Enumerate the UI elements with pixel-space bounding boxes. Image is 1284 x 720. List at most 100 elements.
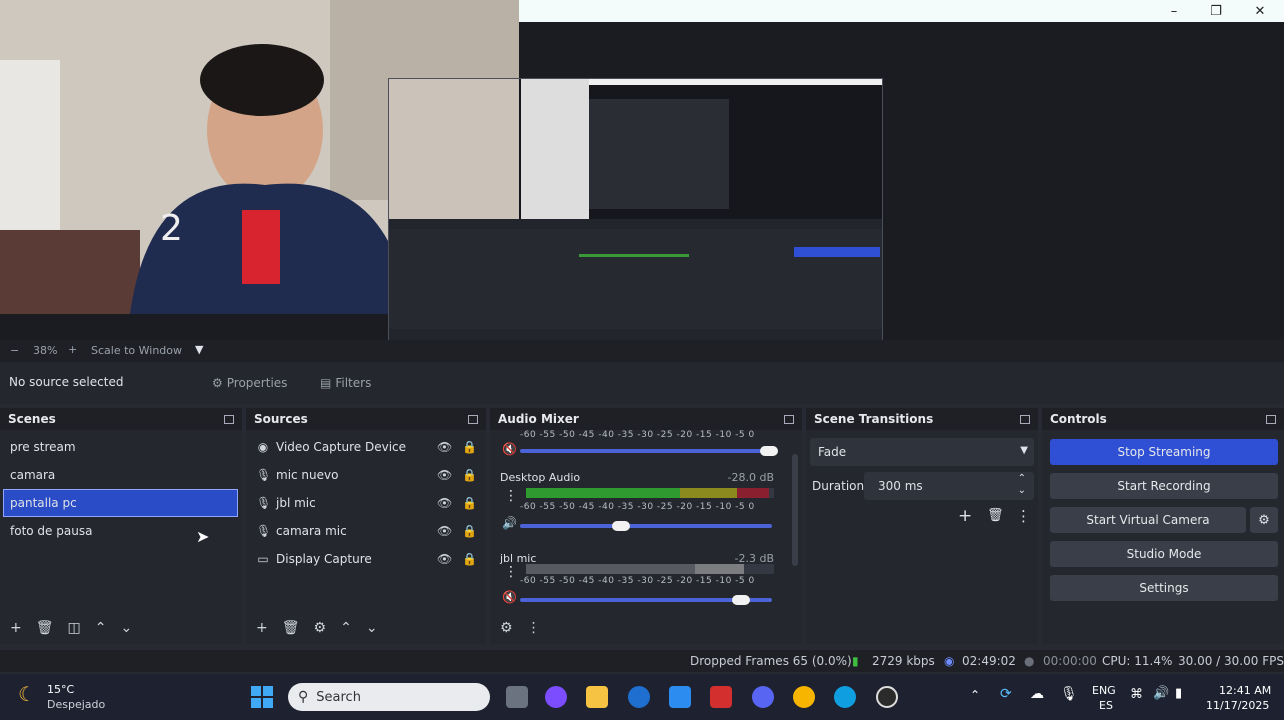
virtual-camera-settings-gear-icon[interactable]: ⚙ bbox=[1250, 507, 1278, 533]
eye-icon[interactable]: 👁 bbox=[437, 468, 452, 482]
audio-mixer-title: Audio Mixer bbox=[498, 412, 579, 426]
transition-select[interactable]: Fade ▼ bbox=[810, 438, 1034, 466]
windows-start-icon[interactable] bbox=[251, 686, 273, 708]
scene-item-selected[interactable]: pantalla pc bbox=[3, 489, 238, 517]
add-scene-icon[interactable]: + bbox=[10, 620, 22, 636]
scene-item[interactable]: camara bbox=[0, 461, 242, 489]
volume-slider[interactable] bbox=[520, 595, 772, 605]
file-explorer-icon[interactable] bbox=[586, 686, 608, 708]
volume-slider-knob[interactable] bbox=[612, 521, 630, 531]
chevron-down-icon[interactable]: ⌄ bbox=[366, 620, 378, 636]
kebab-menu-icon[interactable]: ⋮ bbox=[527, 620, 541, 636]
gear-icon[interactable]: ⚙ bbox=[314, 620, 327, 636]
speaker-muted-icon[interactable]: 🔇 bbox=[502, 442, 517, 456]
add-transition-icon[interactable]: + bbox=[958, 506, 972, 526]
chevron-down-icon[interactable]: ⌄ bbox=[120, 620, 132, 636]
source-item[interactable]: ◉ Video Capture Device 👁 🔒 bbox=[246, 433, 486, 461]
scene-item[interactable]: pre stream bbox=[0, 433, 242, 461]
trash-icon[interactable]: 🗑 bbox=[987, 508, 1004, 523]
duration-spinbox[interactable]: 300 ms ⌃ ⌄ bbox=[864, 472, 1034, 500]
eye-icon[interactable]: 👁 bbox=[437, 440, 452, 454]
store-icon[interactable] bbox=[669, 686, 691, 708]
stop-streaming-button[interactable]: Stop Streaming bbox=[1050, 439, 1278, 465]
source-item[interactable]: 🎙 jbl mic 👁 🔒 bbox=[246, 489, 486, 517]
meter-green bbox=[526, 488, 680, 498]
battery-icon[interactable]: ▮ bbox=[1175, 686, 1182, 701]
volume-icon[interactable]: 🔊 bbox=[1153, 686, 1169, 701]
speaker-icon[interactable]: 🔊 bbox=[502, 516, 517, 530]
filters-button[interactable]: ▤ Filters bbox=[320, 372, 371, 394]
meter-scale: -60 -55 -50 -45 -40 -35 -30 -25 -20 -15 … bbox=[520, 430, 755, 440]
source-item[interactable]: ▭ Display Capture 👁 🔒 bbox=[246, 545, 486, 573]
chevron-up-icon[interactable]: ⌃ bbox=[970, 688, 980, 702]
start-virtual-camera-button[interactable]: Start Virtual Camera bbox=[1050, 507, 1246, 533]
weather-desc[interactable]: Despejado bbox=[47, 698, 105, 711]
chrome-icon[interactable] bbox=[793, 686, 815, 708]
scale-mode-dropdown-icon[interactable]: ▼ bbox=[195, 343, 203, 356]
undock-icon[interactable] bbox=[784, 414, 794, 424]
chevron-up-icon[interactable]: ⌃ bbox=[95, 620, 107, 636]
mixer-scrollbar[interactable] bbox=[792, 454, 798, 566]
clock-date[interactable]: 11/17/2025 bbox=[1206, 699, 1269, 712]
preview-canvas[interactable]: 2 bbox=[0, 0, 1284, 358]
maximize-icon[interactable]: ❐ bbox=[1204, 2, 1228, 20]
obs-icon[interactable] bbox=[876, 686, 898, 708]
hp-icon[interactable] bbox=[628, 686, 650, 708]
undock-icon[interactable] bbox=[1266, 414, 1276, 424]
mcafee-icon[interactable] bbox=[710, 686, 732, 708]
cloud-icon[interactable]: ☁ bbox=[1030, 686, 1044, 702]
settings-button[interactable]: Settings bbox=[1050, 575, 1278, 601]
volume-slider[interactable] bbox=[520, 521, 772, 531]
undock-icon[interactable] bbox=[224, 414, 234, 424]
volume-slider-knob[interactable] bbox=[760, 446, 778, 456]
scene-filters-icon[interactable]: ◫ bbox=[68, 620, 81, 636]
volume-slider-knob[interactable] bbox=[732, 595, 750, 605]
scene-item[interactable]: foto de pausa ➤ bbox=[0, 517, 242, 546]
lock-icon[interactable]: 🔒 bbox=[462, 440, 477, 454]
trash-icon[interactable]: 🗑 bbox=[36, 620, 54, 636]
lock-icon[interactable]: 🔒 bbox=[462, 468, 477, 482]
taskbar-search-box[interactable]: ⚲ Search bbox=[288, 683, 490, 711]
source-item[interactable]: 🎙 mic nuevo 👁 🔒 bbox=[246, 461, 486, 489]
task-view-icon[interactable] bbox=[506, 686, 528, 708]
language-line2[interactable]: ES bbox=[1099, 699, 1113, 712]
zoom-in-button[interactable]: + bbox=[68, 343, 77, 356]
audio-mixer-dock: Audio Mixer -60 -55 -50 -45 -40 -35 -30 … bbox=[490, 408, 802, 644]
zoom-out-button[interactable]: − bbox=[10, 344, 19, 357]
copilot-icon[interactable] bbox=[545, 686, 567, 708]
chevron-up-icon[interactable]: ⌃ bbox=[1018, 473, 1026, 484]
source-item[interactable]: 🎙 camara mic 👁 🔒 bbox=[246, 517, 486, 545]
minimize-icon[interactable]: – bbox=[1162, 2, 1186, 20]
close-icon[interactable]: ✕ bbox=[1248, 2, 1272, 20]
edge-icon[interactable] bbox=[834, 686, 856, 708]
chevron-down-icon[interactable]: ⌄ bbox=[1018, 485, 1026, 496]
microphone-icon[interactable]: 🎙 bbox=[1060, 686, 1078, 702]
meter-yellow bbox=[679, 488, 737, 498]
weather-temp[interactable]: 15°C bbox=[47, 683, 74, 696]
chevron-up-icon[interactable]: ⌃ bbox=[340, 620, 352, 636]
eye-icon[interactable]: 👁 bbox=[437, 496, 452, 510]
sync-icon[interactable]: ⟳ bbox=[1000, 686, 1012, 702]
wifi-icon[interactable]: ⌘ bbox=[1130, 687, 1143, 702]
add-source-icon[interactable]: + bbox=[256, 620, 268, 636]
trash-icon[interactable]: 🗑 bbox=[282, 620, 300, 636]
kebab-menu-icon[interactable]: ⋮ bbox=[1016, 507, 1031, 525]
eye-icon[interactable]: 👁 bbox=[437, 552, 452, 566]
lock-icon[interactable]: 🔒 bbox=[462, 524, 477, 538]
undock-icon[interactable] bbox=[468, 414, 478, 424]
eye-icon[interactable]: 👁 bbox=[437, 524, 452, 538]
lock-icon[interactable]: 🔒 bbox=[462, 552, 477, 566]
volume-slider[interactable] bbox=[520, 446, 778, 456]
properties-button[interactable]: ⚙ Properties bbox=[212, 372, 287, 394]
kebab-menu-icon[interactable]: ⋮ bbox=[504, 564, 518, 580]
language-line1[interactable]: ENG bbox=[1092, 684, 1116, 697]
speaker-muted-icon[interactable]: 🔇 bbox=[502, 590, 517, 604]
advanced-audio-gear-icon[interactable]: ⚙ bbox=[500, 620, 513, 636]
clock-time[interactable]: 12:41 AM bbox=[1219, 684, 1271, 697]
lock-icon[interactable]: 🔒 bbox=[462, 496, 477, 510]
start-recording-button[interactable]: Start Recording bbox=[1050, 473, 1278, 499]
discord-icon[interactable] bbox=[752, 686, 774, 708]
undock-icon[interactable] bbox=[1020, 414, 1030, 424]
studio-mode-button[interactable]: Studio Mode bbox=[1050, 541, 1278, 567]
kebab-menu-icon[interactable]: ⋮ bbox=[504, 488, 518, 504]
